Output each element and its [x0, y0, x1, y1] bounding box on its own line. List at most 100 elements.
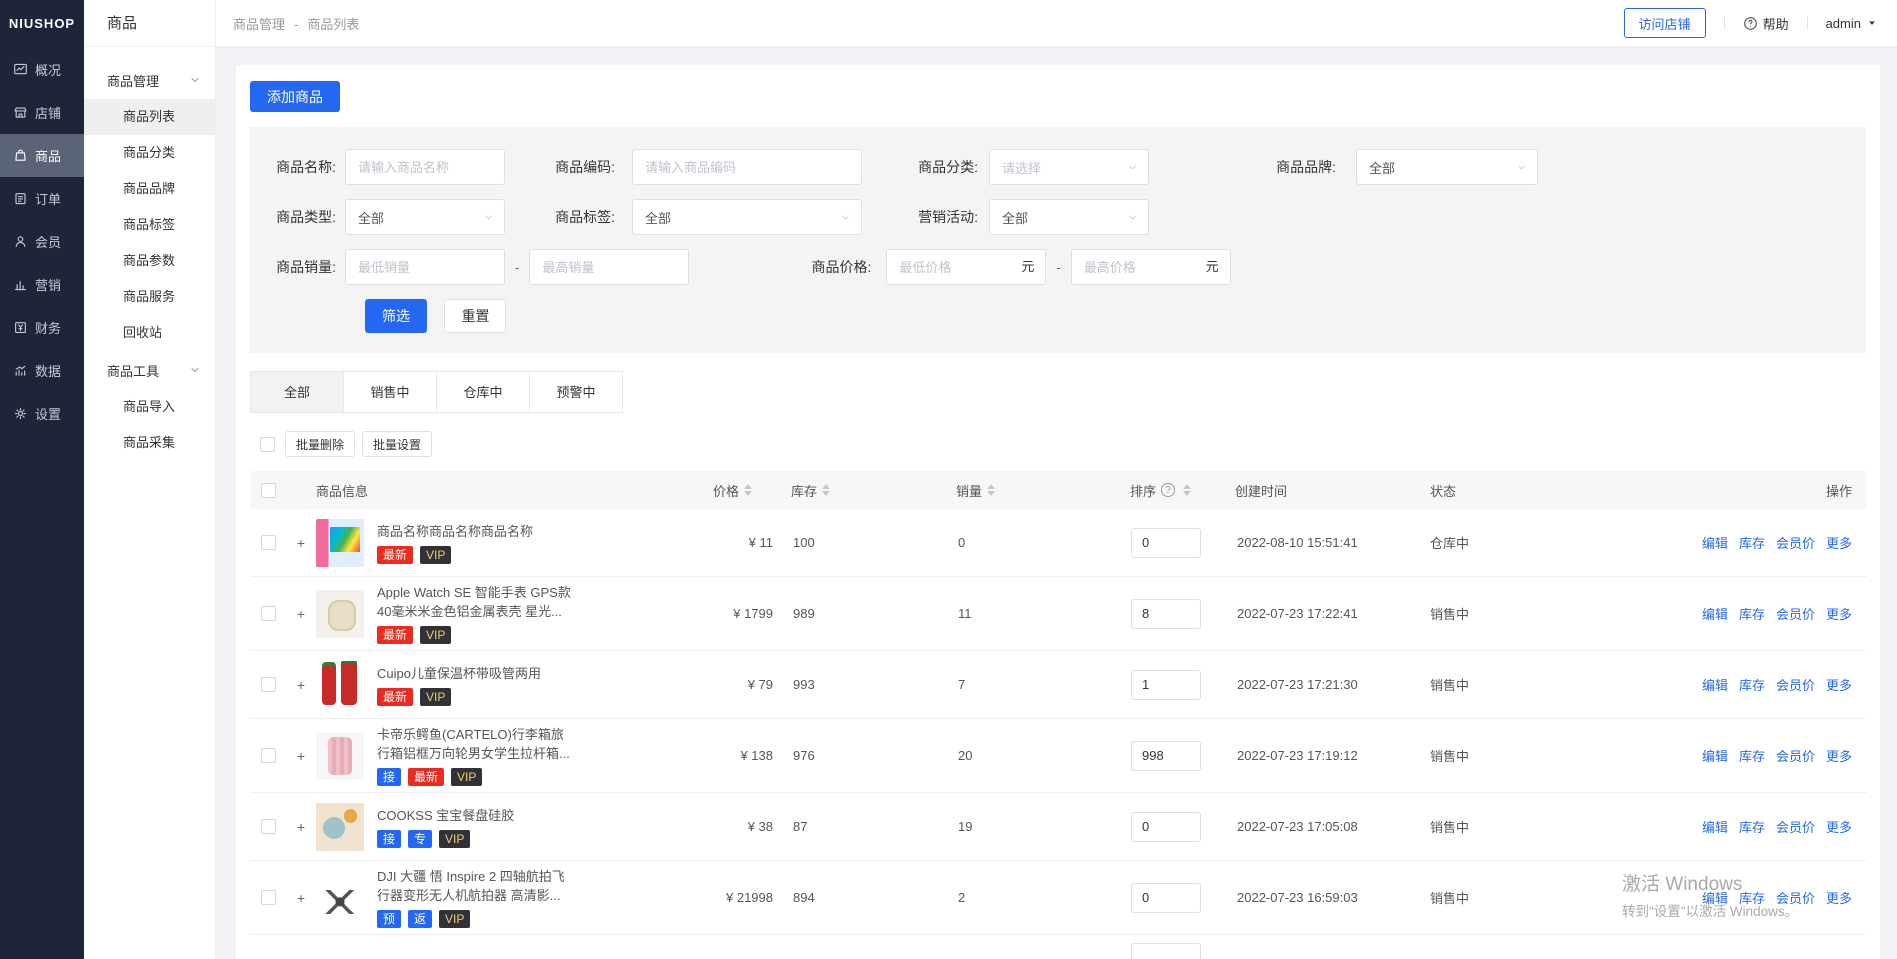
user-menu[interactable]: admin — [1826, 16, 1877, 31]
sidebar-item-settings[interactable]: 设置 — [0, 392, 84, 435]
visit-shop-button[interactable]: 访问店铺 — [1624, 8, 1706, 38]
sidebar-item-shop[interactable]: 店铺 — [0, 91, 84, 134]
sidebar-item-data[interactable]: 数据 — [0, 349, 84, 392]
sort-input[interactable] — [1131, 741, 1201, 771]
sort-input[interactable] — [1131, 943, 1201, 959]
sort-desc-icon[interactable] — [987, 491, 995, 496]
sort-asc-icon[interactable] — [987, 484, 995, 489]
sidebar-item-order[interactable]: 订单 — [0, 177, 84, 220]
batch-set-button[interactable]: 批量设置 — [362, 431, 432, 457]
more-link[interactable]: 更多 — [1826, 675, 1852, 694]
sort-asc-icon[interactable] — [1183, 484, 1191, 489]
tab-2[interactable]: 销售中 — [343, 371, 437, 413]
expand-row-button[interactable]: + — [286, 677, 316, 693]
more-link[interactable]: 更多 — [1826, 746, 1852, 765]
row-checkbox[interactable] — [261, 535, 276, 550]
filter-input[interactable] — [632, 149, 862, 185]
filter-select[interactable]: 全部 — [632, 199, 862, 235]
filter-submit-button[interactable]: 筛选 — [365, 299, 427, 333]
sort-desc-icon[interactable] — [822, 491, 830, 496]
batch-delete-button[interactable]: 批量删除 — [285, 431, 355, 457]
filter-select[interactable]: 请选择 — [989, 149, 1149, 185]
more-link[interactable]: 更多 — [1826, 817, 1852, 836]
select-all-checkbox[interactable] — [260, 437, 275, 452]
submenu-item[interactable]: 商品服务 — [84, 279, 215, 315]
stock-link[interactable]: 库存 — [1739, 817, 1765, 836]
product-title[interactable]: 卡帝乐鳄鱼(CARTELO)行李箱旅行箱铝框万向轮男女学生拉杆箱... — [377, 725, 570, 763]
more-link[interactable]: 更多 — [1826, 888, 1852, 907]
product-title[interactable]: 商品名称商品名称商品名称 — [377, 522, 533, 541]
filter-input[interactable] — [345, 149, 505, 185]
submenu-item[interactable]: 商品列表 — [84, 99, 215, 135]
add-product-button[interactable]: 添加商品 — [250, 81, 340, 112]
filter-select[interactable]: 全部 — [345, 199, 505, 235]
sidebar-item-member[interactable]: 会员 — [0, 220, 84, 263]
row-checkbox[interactable] — [261, 677, 276, 692]
expand-row-button[interactable]: + — [286, 535, 316, 551]
row-checkbox[interactable] — [261, 606, 276, 621]
sidebar-item-finance[interactable]: 财务 — [0, 306, 84, 349]
sort-asc-icon[interactable] — [822, 484, 830, 489]
sales-max-input[interactable] — [529, 249, 689, 285]
expand-row-button[interactable]: + — [286, 606, 316, 622]
tab-1[interactable]: 全部 — [250, 371, 344, 413]
submenu-item[interactable]: 商品采集 — [84, 425, 215, 461]
expand-row-button[interactable]: + — [286, 819, 316, 835]
more-link[interactable]: 更多 — [1826, 604, 1852, 623]
edit-link[interactable]: 编辑 — [1702, 817, 1728, 836]
sales-min-input[interactable] — [345, 249, 505, 285]
submenu-item[interactable]: 商品品牌 — [84, 171, 215, 207]
product-title[interactable]: DJI 大疆 悟 Inspire 2 四轴航拍飞行器变形无人机航拍器 高清影..… — [377, 867, 565, 905]
expand-row-button[interactable]: + — [286, 890, 316, 906]
sort-desc-icon[interactable] — [744, 491, 752, 496]
member-price-link[interactable]: 会员价 — [1776, 675, 1815, 694]
more-link[interactable]: 更多 — [1826, 533, 1852, 552]
sidebar-item-overview[interactable]: 概况 — [0, 48, 84, 91]
stock-link[interactable]: 库存 — [1739, 746, 1765, 765]
submenu-group-1[interactable]: 商品管理 — [84, 61, 215, 99]
member-price-link[interactable]: 会员价 — [1776, 746, 1815, 765]
tab-3[interactable]: 仓库中 — [436, 371, 530, 413]
edit-link[interactable]: 编辑 — [1702, 746, 1728, 765]
edit-link[interactable]: 编辑 — [1702, 604, 1728, 623]
help-button[interactable]: 帮助 — [1743, 14, 1789, 33]
submenu-group-2[interactable]: 商品工具 — [84, 351, 215, 389]
sort-input[interactable] — [1131, 670, 1201, 700]
product-title[interactable]: COOKSS 宝宝餐盘硅胶 — [377, 806, 514, 825]
sort-input[interactable] — [1131, 528, 1201, 558]
sort-help-icon[interactable]: ? — [1161, 483, 1175, 497]
filter-select[interactable]: 全部 — [989, 199, 1149, 235]
row-checkbox[interactable] — [261, 890, 276, 905]
member-price-link[interactable]: 会员价 — [1776, 888, 1815, 907]
edit-link[interactable]: 编辑 — [1702, 533, 1728, 552]
product-title[interactable]: Cuipo儿童保温杯带吸管两用 — [377, 664, 541, 683]
submenu-item[interactable]: 商品分类 — [84, 135, 215, 171]
stock-link[interactable]: 库存 — [1739, 888, 1765, 907]
submenu-item[interactable]: 商品参数 — [84, 243, 215, 279]
submenu-item[interactable]: 商品导入 — [84, 389, 215, 425]
row-checkbox[interactable] — [261, 748, 276, 763]
tab-4[interactable]: 预警中 — [529, 371, 623, 413]
select-all-checkbox[interactable] — [261, 483, 276, 498]
submenu-item[interactable]: 商品标签 — [84, 207, 215, 243]
sort-input[interactable] — [1131, 599, 1201, 629]
breadcrumb-section[interactable]: 商品管理 — [233, 17, 285, 32]
submenu-item[interactable]: 回收站 — [84, 315, 215, 351]
stock-link[interactable]: 库存 — [1739, 604, 1765, 623]
expand-row-button[interactable]: + — [286, 748, 316, 764]
stock-link[interactable]: 库存 — [1739, 533, 1765, 552]
filter-select[interactable]: 全部 — [1356, 149, 1538, 185]
sort-input[interactable] — [1131, 812, 1201, 842]
row-checkbox[interactable] — [261, 819, 276, 834]
edit-link[interactable]: 编辑 — [1702, 888, 1728, 907]
member-price-link[interactable]: 会员价 — [1776, 604, 1815, 623]
edit-link[interactable]: 编辑 — [1702, 675, 1728, 694]
sort-desc-icon[interactable] — [1183, 491, 1191, 496]
member-price-link[interactable]: 会员价 — [1776, 817, 1815, 836]
sidebar-item-goods[interactable]: 商品 — [0, 134, 84, 177]
filter-reset-button[interactable]: 重置 — [444, 299, 506, 333]
sort-asc-icon[interactable] — [744, 484, 752, 489]
member-price-link[interactable]: 会员价 — [1776, 533, 1815, 552]
sidebar-item-marketing[interactable]: 营销 — [0, 263, 84, 306]
stock-link[interactable]: 库存 — [1739, 675, 1765, 694]
